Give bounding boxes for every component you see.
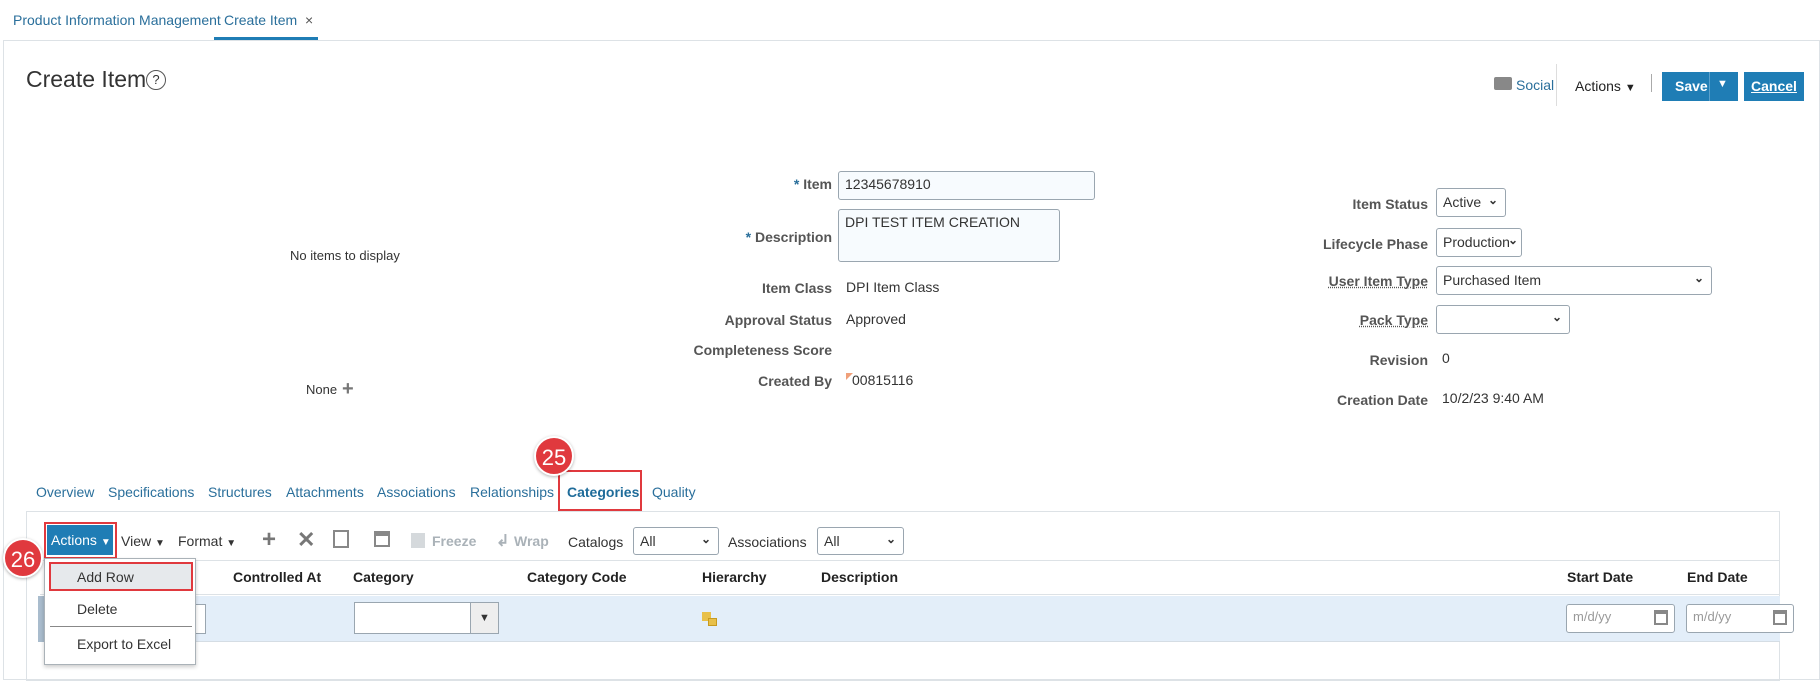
step-badge-26: 26 xyxy=(3,538,43,578)
tab-create-item[interactable]: Create Item × xyxy=(224,12,313,28)
user-item-type-select[interactable]: Purchased Item ⌄ xyxy=(1436,266,1712,295)
description-label: * Description xyxy=(745,229,832,245)
divider xyxy=(1651,74,1652,92)
column-header-end-date[interactable]: End Date xyxy=(1687,569,1748,585)
menu-separator xyxy=(50,626,192,627)
chevron-down-icon: ▼ xyxy=(1624,82,1636,94)
social-icon xyxy=(1494,77,1512,90)
subtab-specifications[interactable]: Specifications xyxy=(108,484,194,500)
hierarchy-icon[interactable] xyxy=(702,612,717,626)
column-header-description[interactable]: Description xyxy=(821,569,898,585)
step-badge-25: 25 xyxy=(534,436,574,476)
chevron-down-icon: ⌄ xyxy=(1693,271,1704,285)
completeness-score-label: Completeness Score xyxy=(693,342,833,358)
calendar-icon[interactable] xyxy=(1654,610,1668,625)
item-input[interactable]: 12345678910 xyxy=(838,171,1095,200)
pack-type-label: Pack Type xyxy=(1359,312,1428,328)
divider xyxy=(1556,64,1557,106)
revision-value: 0 xyxy=(1442,350,1450,366)
header-actions-label: Actions xyxy=(1575,78,1621,94)
pack-type-select[interactable]: ⌄ xyxy=(1436,305,1570,334)
start-date-input[interactable]: m/d/yy xyxy=(1566,604,1675,633)
associations-label: Associations xyxy=(728,534,807,550)
save-label: Save xyxy=(1675,78,1708,94)
add-icon[interactable]: + xyxy=(342,378,354,401)
user-item-type-label: User Item Type xyxy=(1328,273,1428,289)
chevron-down-icon: ⌄ xyxy=(1507,233,1518,247)
query-by-example-icon[interactable] xyxy=(374,531,390,547)
page-title: Create Item xyxy=(26,66,147,92)
delete-row-icon[interactable]: ✕ xyxy=(297,527,315,553)
item-status-label: Item Status xyxy=(1352,196,1428,212)
created-by-label: Created By xyxy=(758,373,832,389)
end-date-input[interactable]: m/d/yy xyxy=(1686,604,1794,633)
column-header-category[interactable]: Category xyxy=(353,569,414,585)
chevron-down-icon[interactable]: ▼ xyxy=(1717,78,1728,90)
tab-create-item-label: Create Item xyxy=(224,12,298,28)
view-menu[interactable]: View ▼ xyxy=(121,533,165,549)
catalogs-select[interactable]: All ⌄ xyxy=(633,527,719,555)
item-label: * Item xyxy=(793,176,832,192)
wrap-icon: ↲ xyxy=(496,533,510,550)
revision-label: Revision xyxy=(1369,352,1428,368)
subtab-associations[interactable]: Associations xyxy=(377,484,456,500)
save-button[interactable]: Save ▼ xyxy=(1662,72,1738,101)
highlight-box xyxy=(49,562,193,591)
creation-date-value: 10/2/23 9:40 AM xyxy=(1442,390,1544,406)
chevron-down-icon: ▼ xyxy=(154,538,165,549)
freeze-button[interactable]: Freeze xyxy=(432,533,476,549)
chevron-down-icon[interactable]: ▼ xyxy=(470,603,498,633)
calendar-icon[interactable] xyxy=(1773,610,1787,625)
highlight-box xyxy=(44,522,117,559)
lifecycle-phase-select[interactable]: Production ⌄ xyxy=(1436,228,1522,257)
highlight-box xyxy=(558,470,642,511)
item-class-value: DPI Item Class xyxy=(846,279,940,295)
none-text: None xyxy=(306,382,338,397)
approval-status-value: Approved xyxy=(846,311,906,327)
item-class-label: Item Class xyxy=(761,280,832,296)
no-items-text: No items to display xyxy=(290,248,400,263)
associations-select[interactable]: All ⌄ xyxy=(817,527,904,555)
subtab-structures[interactable]: Structures xyxy=(208,484,272,500)
description-textarea[interactable]: DPI TEST ITEM CREATION xyxy=(838,209,1060,262)
chevron-down-icon: ▼ xyxy=(226,538,237,549)
column-header-controlled-at[interactable]: Controlled At xyxy=(233,569,321,585)
column-header-category-code[interactable]: Category Code xyxy=(527,569,627,585)
close-icon[interactable]: × xyxy=(305,12,313,28)
subtab-overview[interactable]: Overview xyxy=(36,484,94,500)
approval-status-label: Approval Status xyxy=(724,312,832,328)
chevron-down-icon: ⌄ xyxy=(1551,310,1562,324)
social-link[interactable]: Social xyxy=(1516,77,1554,93)
created-by-value[interactable]: 00815116 xyxy=(852,372,913,388)
cancel-button[interactable]: Cancel xyxy=(1744,72,1804,101)
chevron-down-icon: ⌄ xyxy=(885,532,896,546)
menu-item-export-to-excel[interactable]: Export to Excel xyxy=(77,636,171,652)
column-header-start-date[interactable]: Start Date xyxy=(1567,569,1633,585)
help-icon[interactable]: ? xyxy=(146,70,166,90)
tab-product-information-management[interactable]: Product Information Management xyxy=(13,12,221,28)
category-combobox[interactable]: ▼ xyxy=(354,602,499,634)
lifecycle-phase-label: Lifecycle Phase xyxy=(1322,236,1428,252)
divider xyxy=(40,594,1780,595)
catalogs-label: Catalogs xyxy=(568,534,624,550)
format-menu[interactable]: Format ▼ xyxy=(178,533,236,549)
wrap-button[interactable]: Wrap xyxy=(514,533,549,549)
menu-item-delete[interactable]: Delete xyxy=(77,601,117,617)
subtab-relationships[interactable]: Relationships xyxy=(470,484,554,500)
chevron-down-icon: ⌄ xyxy=(1487,193,1498,207)
divider xyxy=(40,560,1780,561)
column-header-hierarchy[interactable]: Hierarchy xyxy=(702,569,767,585)
creation-date-label: Creation Date xyxy=(1336,392,1428,408)
subtab-quality[interactable]: Quality xyxy=(652,484,696,500)
add-row-icon[interactable]: + xyxy=(262,526,276,554)
table-row[interactable] xyxy=(38,596,1780,642)
subtab-attachments[interactable]: Attachments xyxy=(286,484,364,500)
item-status-select[interactable]: Active ⌄ xyxy=(1436,188,1506,217)
detach-table-icon[interactable] xyxy=(333,530,349,548)
freeze-icon xyxy=(411,533,425,548)
header-actions-menu[interactable]: Actions ▼ xyxy=(1575,78,1636,94)
chevron-down-icon: ⌄ xyxy=(700,532,711,546)
